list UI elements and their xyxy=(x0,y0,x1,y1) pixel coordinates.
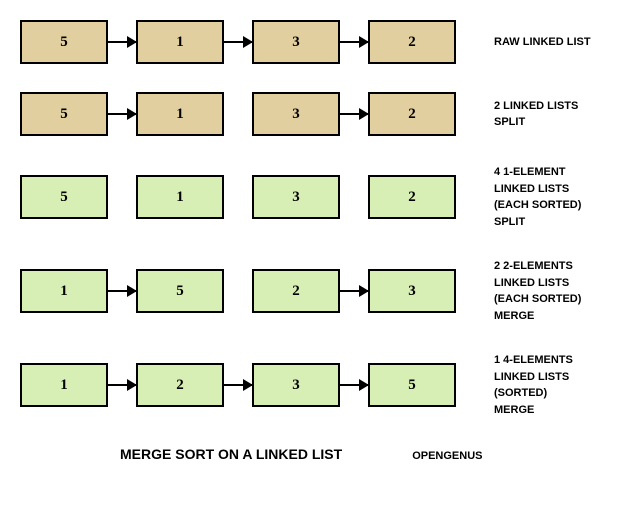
arrow-icon xyxy=(108,290,136,292)
nodes-group: 1523 xyxy=(20,269,484,313)
arrow-icon xyxy=(224,384,252,386)
node: 5 xyxy=(20,20,108,64)
row-2: 51324 1-ELEMENTLINKED LISTS(EACH SORTED)… xyxy=(20,164,610,230)
row-label: RAW LINKED LIST xyxy=(494,34,610,51)
node: 3 xyxy=(252,363,340,407)
node: 5 xyxy=(368,363,456,407)
node: 5 xyxy=(20,92,108,136)
node: 1 xyxy=(20,363,108,407)
arrow-icon xyxy=(224,41,252,43)
node: 5 xyxy=(136,269,224,313)
node: 2 xyxy=(252,269,340,313)
node: 2 xyxy=(368,20,456,64)
arrow-icon xyxy=(340,384,368,386)
arrow-icon xyxy=(340,41,368,43)
nodes-group: 1235 xyxy=(20,363,484,407)
node: 2 xyxy=(136,363,224,407)
row-0: 5132 RAW LINKED LIST xyxy=(20,20,610,64)
node: 3 xyxy=(252,175,340,219)
node: 1 xyxy=(136,175,224,219)
node: 3 xyxy=(252,20,340,64)
diagram-title: MERGE SORT ON A LINKED LIST xyxy=(120,446,342,462)
nodes-group: 5132 xyxy=(20,175,484,219)
node: 5 xyxy=(20,175,108,219)
diagram-credit: OPENGENUS xyxy=(412,450,482,462)
node: 1 xyxy=(136,20,224,64)
arrow-icon xyxy=(340,290,368,292)
merge-sort-diagram: 5132RAW LINKED LIST51322 LINKED LISTSSPL… xyxy=(20,20,610,418)
node: 1 xyxy=(136,92,224,136)
node: 2 xyxy=(368,92,456,136)
arrow-icon xyxy=(108,113,136,115)
node: 3 xyxy=(252,92,340,136)
node: 1 xyxy=(20,269,108,313)
row-label: 2 2-ELEMENTSLINKED LISTS(EACH SORTED)MER… xyxy=(494,258,610,324)
row-label: 4 1-ELEMENTLINKED LISTS(EACH SORTED)SPLI… xyxy=(494,164,610,230)
row-1: 5132 2 LINKED LISTSSPLIT xyxy=(20,92,610,136)
row-4: 12351 4-ELEMENTSLINKED LISTS(SORTED)MERG… xyxy=(20,352,610,418)
row-label: 2 LINKED LISTSSPLIT xyxy=(494,98,610,131)
footer: MERGE SORT ON A LINKED LIST OPENGENUS xyxy=(120,446,610,462)
row-label: 1 4-ELEMENTSLINKED LISTS(SORTED)MERGE xyxy=(494,352,610,418)
arrow-icon xyxy=(340,113,368,115)
arrow-icon xyxy=(108,41,136,43)
nodes-group: 5132 xyxy=(20,20,484,64)
row-3: 15232 2-ELEMENTSLINKED LISTS(EACH SORTED… xyxy=(20,258,610,324)
node: 2 xyxy=(368,175,456,219)
node: 3 xyxy=(368,269,456,313)
arrow-icon xyxy=(108,384,136,386)
nodes-group: 5132 xyxy=(20,92,484,136)
